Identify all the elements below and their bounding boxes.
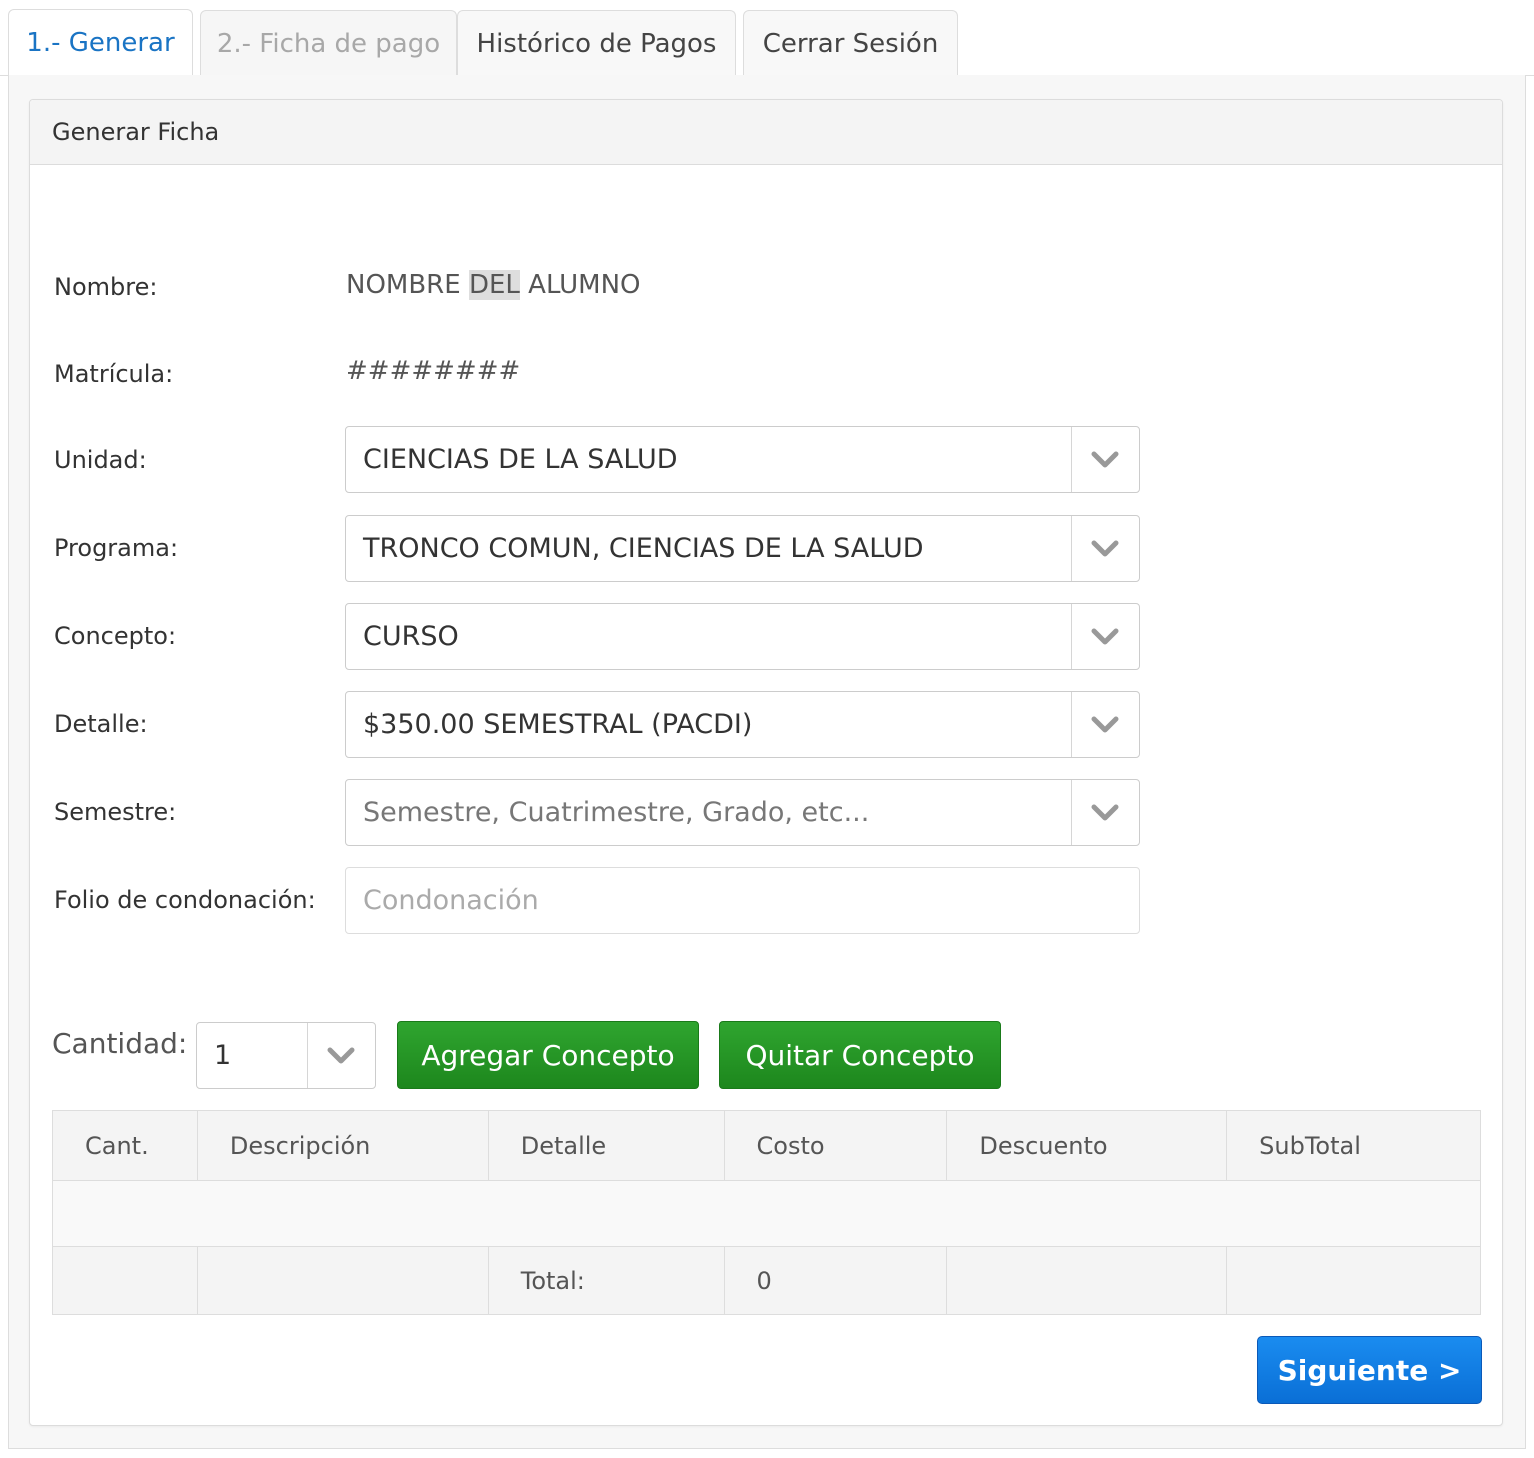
tab-label: Histórico de Pagos xyxy=(476,28,717,59)
select-divider xyxy=(1071,516,1072,581)
column-header-descripcion: Descripción xyxy=(196,1110,489,1181)
table-total-row: Total: 0 xyxy=(52,1246,1481,1315)
select-divider xyxy=(1071,427,1072,492)
nombre-label: Nombre: xyxy=(54,273,158,301)
detalle-select[interactable]: $350.00 SEMESTRAL (PACDI) xyxy=(345,691,1140,758)
chevron-down-icon xyxy=(1091,716,1119,733)
table-cell xyxy=(196,1246,489,1315)
select-divider xyxy=(1071,604,1072,669)
nombre-part: NOMBRE xyxy=(346,270,469,300)
programa-select[interactable]: TRONCO COMUN, CIENCIAS DE LA SALUD xyxy=(345,515,1140,582)
tab-bar: 1.- Generar 2.- Ficha de pago Histórico … xyxy=(0,0,1534,76)
cantidad-select[interactable]: 1 xyxy=(196,1022,376,1089)
tab-label: 2.- Ficha de pago xyxy=(216,28,441,59)
total-label: Total: xyxy=(487,1246,725,1315)
nombre-part: ALUMNO xyxy=(519,270,641,300)
table-cell xyxy=(52,1246,198,1315)
chevron-down-icon xyxy=(1091,628,1119,645)
column-header-costo: Costo xyxy=(723,1110,948,1181)
chevron-down-icon xyxy=(1091,804,1119,821)
select-divider xyxy=(1071,692,1072,757)
matricula-value: ######## xyxy=(346,356,521,386)
chevron-down-icon xyxy=(1091,451,1119,468)
programa-selected-value: TRONCO COMUN, CIENCIAS DE LA SALUD xyxy=(363,533,924,564)
tab-historico-de-pagos[interactable]: Histórico de Pagos xyxy=(457,10,736,76)
conceptos-table: Cant. Descripción Detalle Costo Descuent… xyxy=(52,1110,1481,1315)
cantidad-label: Cantidad: xyxy=(52,1027,188,1060)
nombre-value: NOMBRE DEL ALUMNO xyxy=(346,270,641,300)
select-divider xyxy=(1071,780,1072,845)
cantidad-selected-value: 1 xyxy=(214,1040,232,1071)
tab-label: Cerrar Sesión xyxy=(762,28,939,59)
chevron-down-icon xyxy=(327,1047,355,1064)
table-cell xyxy=(52,1180,1481,1247)
semestre-select[interactable]: Semestre, Cuatrimestre, Grado, etc... xyxy=(345,779,1140,846)
tab-ficha-de-pago[interactable]: 2.- Ficha de pago xyxy=(200,10,457,76)
tab-label: 1.- Generar xyxy=(26,28,175,58)
detalle-selected-value: $350.00 SEMESTRAL (PACDI) xyxy=(363,709,753,740)
detalle-label: Detalle: xyxy=(54,710,148,738)
tab-cerrar-sesion[interactable]: Cerrar Sesión xyxy=(743,10,958,76)
chevron-down-icon xyxy=(1091,540,1119,557)
unidad-selected-value: CIENCIAS DE LA SALUD xyxy=(363,444,678,475)
tab-generar[interactable]: 1.- Generar xyxy=(8,9,193,76)
column-header-detalle: Detalle xyxy=(487,1110,725,1181)
column-header-subtotal: SubTotal xyxy=(1226,1110,1481,1181)
column-header-cant: Cant. xyxy=(52,1110,198,1181)
table-header-row: Cant. Descripción Detalle Costo Descuent… xyxy=(52,1110,1481,1181)
select-divider xyxy=(307,1023,308,1088)
semestre-label: Semestre: xyxy=(54,798,177,826)
unidad-label: Unidad: xyxy=(54,446,147,474)
table-cell xyxy=(1226,1246,1481,1315)
semestre-placeholder: Semestre, Cuatrimestre, Grado, etc... xyxy=(363,797,870,828)
programa-label: Programa: xyxy=(54,534,179,562)
panel-title: Generar Ficha xyxy=(30,100,1502,165)
concepto-selected-value: CURSO xyxy=(363,621,459,652)
table-empty-row xyxy=(52,1180,1481,1247)
column-header-descuento: Descuento xyxy=(946,1110,1228,1181)
matricula-label: Matrícula: xyxy=(54,360,174,388)
quitar-concepto-button[interactable]: Quitar Concepto xyxy=(719,1021,1001,1089)
agregar-concepto-button[interactable]: Agregar Concepto xyxy=(397,1021,699,1089)
concepto-select[interactable]: CURSO xyxy=(345,603,1140,670)
folio-label: Folio de condonación: xyxy=(54,886,316,914)
table-cell xyxy=(946,1246,1228,1315)
concepto-label: Concepto: xyxy=(54,622,177,650)
folio-condonacion-input[interactable] xyxy=(345,867,1140,934)
siguiente-button[interactable]: Siguiente > xyxy=(1257,1336,1482,1404)
tab-bar-border xyxy=(0,75,8,76)
unidad-select[interactable]: CIENCIAS DE LA SALUD xyxy=(345,426,1140,493)
nombre-highlight: DEL xyxy=(468,270,520,300)
total-value: 0 xyxy=(723,1246,948,1315)
